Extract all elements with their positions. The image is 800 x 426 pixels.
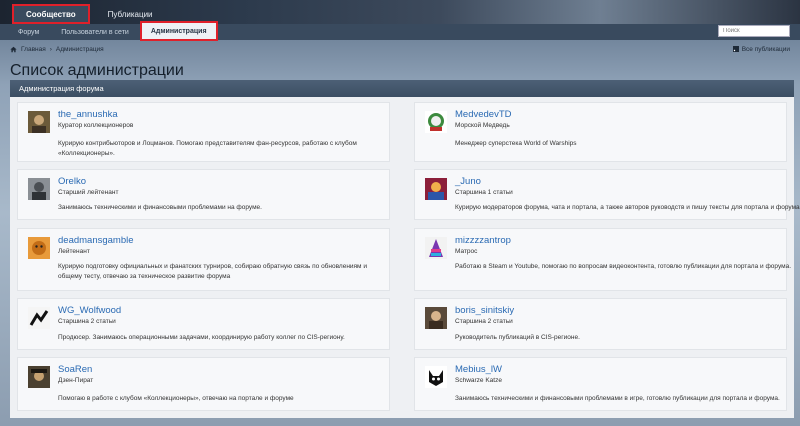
member-card: Mebius_lW Schwarze Katze Занимаюсь техни… xyxy=(414,357,787,411)
avatar[interactable] xyxy=(425,111,447,133)
member-bio: Работаю в Steam и Youtube, помогаю по во… xyxy=(455,263,792,270)
top-navigation: Сообщество Публикации xyxy=(0,0,800,24)
avatar[interactable] xyxy=(28,366,50,388)
member-bio: Занимаюсь техническими и финансовыми про… xyxy=(58,204,262,211)
avatar[interactable] xyxy=(425,366,447,388)
member-card: SoaRen Дзен-Пират Помогаю в работе с клу… xyxy=(17,357,390,411)
member-grid: the_annushka Куратор коллекционеров Кури… xyxy=(10,97,800,418)
member-rank: Старшина 1 статьи xyxy=(455,189,513,196)
member-rank: Дзен-Пират xyxy=(58,377,94,384)
search-input[interactable] xyxy=(718,25,790,37)
member-name[interactable]: _Juno xyxy=(455,176,481,187)
member-rank: Лейтенант xyxy=(58,248,90,255)
member-name[interactable]: WG_Wolfwood xyxy=(58,305,121,316)
breadcrumb-bar: Главная › Администрация Все публикации xyxy=(0,40,800,58)
member-name[interactable]: Orelko xyxy=(58,176,86,187)
subnav-online-users[interactable]: Пользователи в сети xyxy=(51,24,139,40)
avatar[interactable] xyxy=(425,307,447,329)
member-bio: Курирую подготовку официальных и фанатск… xyxy=(58,263,367,280)
member-bio: Продюсер. Занимаюсь операционными задача… xyxy=(58,334,345,341)
breadcrumb-current: Администрация xyxy=(55,45,104,53)
member-rank: Старшина 2 статьи xyxy=(455,318,513,325)
avatar[interactable] xyxy=(425,237,447,259)
tab-community[interactable]: Сообщество xyxy=(12,4,90,24)
member-bio: Менеджер суперстека World of Warships xyxy=(455,140,577,147)
member-rank: Морской Медведь xyxy=(455,122,510,129)
admin-panel: Администрация форума the_annushka Курато… xyxy=(10,80,800,418)
rss-icon xyxy=(732,46,739,52)
member-bio: Курирую модераторов форума, чата и порта… xyxy=(455,204,800,211)
member-card: WG_Wolfwood Старшина 2 статьи Продюсер. … xyxy=(17,298,390,350)
member-bio: Руководитель публикаций в CIS-регионе. xyxy=(455,334,580,341)
member-name[interactable]: the_annushka xyxy=(58,109,118,120)
avatar[interactable] xyxy=(28,111,50,133)
member-name[interactable]: deadmansgamble xyxy=(58,235,134,246)
member-name[interactable]: boris_sinitskiy xyxy=(455,305,514,316)
breadcrumb: Главная › Администрация xyxy=(10,46,104,53)
member-rank: Старшина 2 статьи xyxy=(58,318,116,325)
member-bio: Курирую контрибьюторов и Лоцманов. Помог… xyxy=(58,140,357,157)
all-publications-label: Все публикации xyxy=(741,45,790,53)
member-card: _Juno Старшина 1 статьи Курирую модерато… xyxy=(414,169,800,220)
all-publications-link[interactable]: Все публикации xyxy=(732,45,790,53)
page-title: Список администрации xyxy=(10,62,184,79)
member-bio: Помогаю в работе с клубом «Коллекционеры… xyxy=(58,395,294,402)
sub-navigation: Форум Пользователи в сети Администрация xyxy=(0,21,800,41)
avatar[interactable] xyxy=(28,307,50,329)
member-card: MedvedevTD Морской Медведь Менеджер супе… xyxy=(414,102,787,162)
member-name[interactable]: SoaRen xyxy=(58,364,92,375)
home-icon xyxy=(10,46,17,52)
member-name[interactable]: mizzzzantrop xyxy=(455,235,511,246)
member-bio: Занимаюсь техническими и финансовыми про… xyxy=(455,395,780,402)
member-rank: Матрос xyxy=(455,248,478,255)
avatar[interactable] xyxy=(425,178,447,200)
member-card: the_annushka Куратор коллекционеров Кури… xyxy=(17,102,390,162)
member-rank: Куратор коллекционеров xyxy=(58,122,134,129)
breadcrumb-home[interactable]: Главная xyxy=(21,46,46,53)
breadcrumb-separator: › xyxy=(49,45,52,53)
member-card: Orelko Старший лейтенант Занимаюсь техни… xyxy=(17,169,390,220)
member-rank: Schwarze Katze xyxy=(455,377,502,384)
subnav-administration[interactable]: Администрация xyxy=(139,21,218,41)
section-header: Администрация форума xyxy=(10,80,794,97)
subnav-forum[interactable]: Форум xyxy=(8,24,49,40)
member-card: mizzzzantrop Матрос Работаю в Steam и Yo… xyxy=(414,228,791,291)
avatar[interactable] xyxy=(28,178,50,200)
member-name[interactable]: MedvedevTD xyxy=(455,109,512,120)
member-card: boris_sinitskiy Старшина 2 статьи Руково… xyxy=(414,298,787,350)
member-rank: Старший лейтенант xyxy=(58,189,119,196)
member-name[interactable]: Mebius_lW xyxy=(455,364,502,375)
member-card: deadmansgamble Лейтенант Курирую подгото… xyxy=(17,228,390,291)
avatar[interactable] xyxy=(28,237,50,259)
tab-publications[interactable]: Публикации xyxy=(96,4,165,24)
